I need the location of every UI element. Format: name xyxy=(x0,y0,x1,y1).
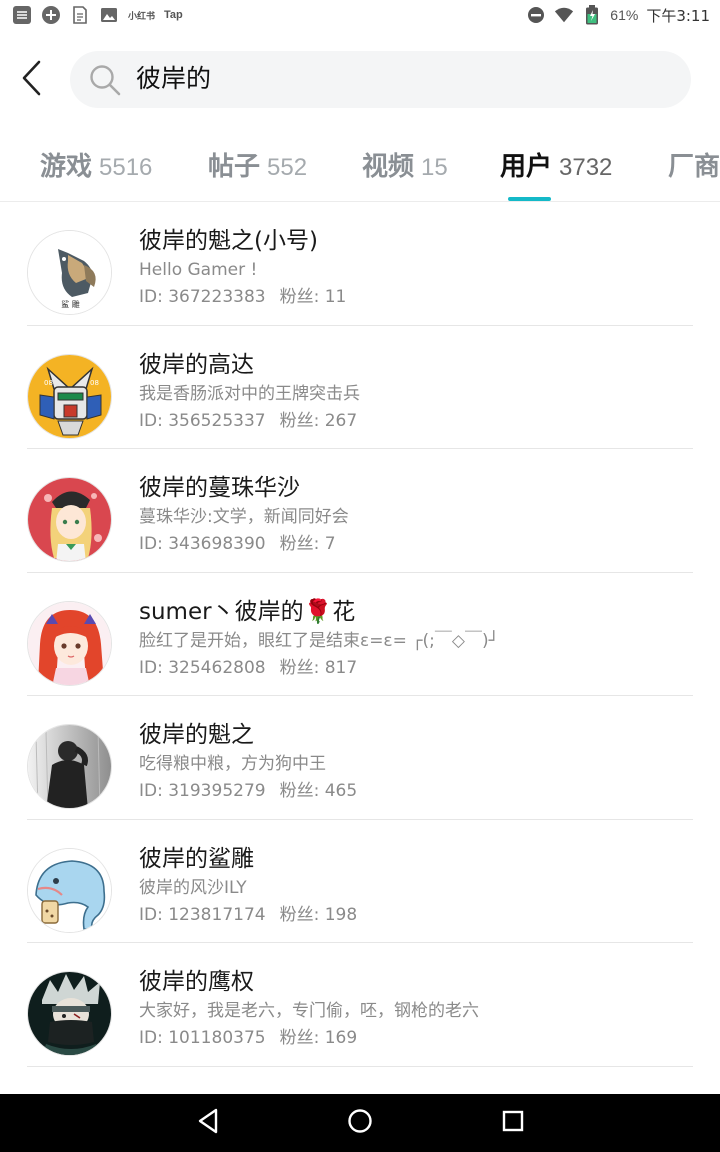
user-bio: 我是香肠派对中的王牌突击兵 xyxy=(139,383,360,404)
user-fans: 粉丝: 817 xyxy=(279,657,358,678)
avatar-caption: 鲨 雕 xyxy=(61,299,80,309)
user-name: 彼岸的鹰权 xyxy=(139,969,254,995)
user-name: 彼岸的鲨雕 xyxy=(139,845,254,872)
status-time: 下午3:11 xyxy=(646,6,710,25)
circle-home-icon xyxy=(347,1108,373,1138)
user-name: 彼岸的高达 xyxy=(139,351,254,378)
tab-label: 用户 xyxy=(500,152,553,182)
status-bar-right: 61% 下午3:11 xyxy=(526,5,710,26)
search-query: 彼岸的 xyxy=(136,64,212,93)
user-fans: 粉丝: 11 xyxy=(279,287,347,307)
user-result-list: 鲨 雕 彼岸的魁之(小号) Hello Gamer ! ID: 36722338… xyxy=(0,202,720,1067)
user-id: ID: 356525337 xyxy=(139,410,266,431)
battery-percent: 61% xyxy=(610,7,639,23)
user-fans: 粉丝: 169 xyxy=(279,1028,358,1048)
list-item[interactable]: 彼岸的鹰权 大家好，我是老六，专门偷，呸，钢枪的老六 ID: 101180375… xyxy=(0,943,720,1067)
result-tabs: 游戏 5516 帖子 552 视频 15 用户 3732 厂商 xyxy=(0,130,720,202)
avatar-label-right: 08 xyxy=(90,379,99,387)
avatar[interactable] xyxy=(27,600,112,686)
user-fans: 粉丝: 198 xyxy=(279,904,358,925)
tab-label: 游戏 xyxy=(40,152,93,182)
tab-posts[interactable]: 帖子 552 xyxy=(208,146,307,183)
user-meta: ID: 356525337 粉丝: 267 xyxy=(139,410,357,432)
nav-home-button[interactable] xyxy=(345,1108,375,1138)
avatar-label-left: 08 xyxy=(44,379,53,387)
do-not-disturb-icon xyxy=(526,5,546,25)
user-name: 彼岸的魁之(小号) xyxy=(139,228,318,254)
nav-recents-button[interactable] xyxy=(498,1108,528,1138)
status-app-text: 小红书 xyxy=(128,10,156,21)
list-item[interactable]: 彼岸的鲨雕 彼岸的风沙ILY ID: 123817174 粉丝: 198 xyxy=(0,820,720,943)
avatar[interactable] xyxy=(27,477,112,562)
system-nav-bar xyxy=(0,1094,720,1152)
tab-label: 厂商 xyxy=(668,152,720,182)
user-fans: 粉丝: 465 xyxy=(279,781,358,801)
tab-count: 3732 xyxy=(559,154,613,181)
user-fans: 粉丝: 267 xyxy=(279,410,358,431)
user-fans: 粉丝: 7 xyxy=(279,534,336,554)
active-tab-indicator xyxy=(508,197,551,201)
user-bio: Hello Gamer ! xyxy=(139,260,258,280)
user-name: 彼岸的蔓珠华沙 xyxy=(139,475,300,501)
document-icon xyxy=(70,5,90,25)
list-item[interactable]: 08 08 彼岸的高达 我是香肠派对中的王牌突击兵 ID: 356525337 … xyxy=(0,326,720,449)
list-item[interactable]: 彼岸的魁之 吃得粮中粮，方为狗中王 ID: 319395279 粉丝: 465 xyxy=(0,696,720,820)
user-id: ID: 319395279 xyxy=(139,781,266,801)
tab-count: 5516 xyxy=(99,154,153,181)
status-bar: 小红书 Tap 61% 下午3:11 xyxy=(0,0,720,30)
triangle-back-icon xyxy=(196,1108,220,1138)
tab-label: 视频 xyxy=(362,152,415,182)
wifi-icon xyxy=(554,5,574,25)
user-id: ID: 367223383 xyxy=(139,287,266,307)
tab-games[interactable]: 游戏 5516 xyxy=(40,146,152,183)
user-meta: ID: 343698390 粉丝: 7 xyxy=(139,533,336,555)
user-id: ID: 101180375 xyxy=(139,1028,266,1048)
avatar[interactable] xyxy=(27,971,112,1056)
divider xyxy=(27,1065,693,1067)
user-bio: 脸红了是开始，眼红了是结束ε=ε= ┌(;￣◇￣)┘ xyxy=(139,630,499,651)
user-bio: 彼岸的风沙ILY xyxy=(139,877,247,898)
user-meta: ID: 325462808 粉丝: 817 xyxy=(139,657,357,679)
search-header: 彼岸的 xyxy=(0,44,720,116)
user-name: sumer丶彼岸的🌹花 xyxy=(139,598,356,625)
tab-videos[interactable]: 视频 15 xyxy=(362,146,448,183)
nav-back-button[interactable] xyxy=(193,1108,223,1138)
tab-users[interactable]: 用户 3732 xyxy=(500,146,612,183)
back-button[interactable] xyxy=(14,58,48,102)
search-input[interactable]: 彼岸的 xyxy=(70,51,691,108)
avatar[interactable]: 鲨 雕 xyxy=(27,230,112,315)
status-tap-text: Tap xyxy=(164,9,183,21)
bank-card-icon xyxy=(12,5,32,25)
square-recents-icon xyxy=(502,1110,524,1136)
user-meta: ID: 123817174 粉丝: 198 xyxy=(139,904,357,926)
tab-label: 帖子 xyxy=(208,152,261,182)
tab-vendors[interactable]: 厂商 xyxy=(668,146,720,183)
user-meta: ID: 319395279 粉丝: 465 xyxy=(139,780,357,802)
status-bar-left: 小红书 Tap xyxy=(12,5,183,25)
list-item[interactable]: sumer丶彼岸的🌹花 脸红了是开始，眼红了是结束ε=ε= ┌(;￣◇￣)┘ I… xyxy=(0,573,720,696)
battery-icon xyxy=(582,5,602,25)
user-id: ID: 343698390 xyxy=(139,534,266,554)
image-icon xyxy=(99,5,119,25)
tab-count: 15 xyxy=(421,154,448,181)
avatar[interactable]: 08 08 xyxy=(27,353,112,439)
user-name: 彼岸的魁之 xyxy=(139,722,254,748)
list-item[interactable]: 鲨 雕 彼岸的魁之(小号) Hello Gamer ! ID: 36722338… xyxy=(0,202,720,326)
tab-count: 552 xyxy=(267,154,308,181)
chevron-left-icon xyxy=(20,60,42,100)
user-meta: ID: 367223383 粉丝: 11 xyxy=(139,286,346,308)
user-bio: 吃得粮中粮，方为狗中王 xyxy=(139,754,326,774)
user-bio: 大家好，我是老六，专门偷，呸，钢枪的老六 xyxy=(139,1001,479,1021)
list-item[interactable]: 彼岸的蔓珠华沙 蔓珠华沙:文学，新闻同好会 ID: 343698390 粉丝: … xyxy=(0,449,720,573)
user-meta: ID: 101180375 粉丝: 169 xyxy=(139,1027,357,1049)
user-bio: 蔓珠华沙:文学，新闻同好会 xyxy=(139,507,349,527)
user-id: ID: 123817174 xyxy=(139,904,266,925)
user-id: ID: 325462808 xyxy=(139,657,266,678)
avatar[interactable] xyxy=(27,724,112,809)
search-icon xyxy=(88,63,122,97)
add-circle-icon xyxy=(41,5,61,25)
avatar[interactable] xyxy=(27,847,112,933)
